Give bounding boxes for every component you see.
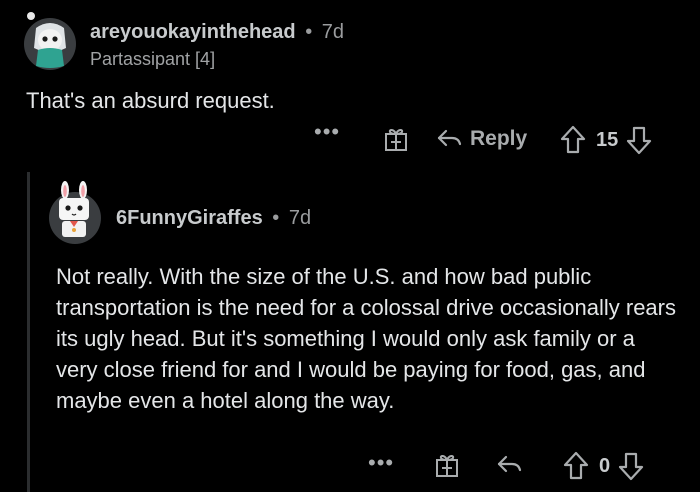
reply-vote-count: 0 xyxy=(599,454,611,477)
username[interactable]: areyouokayinthehead xyxy=(90,21,296,43)
reply-user-avatar[interactable] xyxy=(46,180,104,246)
user-flair: Partassipant [4] xyxy=(90,49,216,69)
reply-label: Reply xyxy=(470,127,528,150)
reply-comment-header: 6FunnyGiraffes • 7d xyxy=(116,207,311,230)
reply-arrow-icon xyxy=(497,455,522,473)
downvote-arrow-icon[interactable] xyxy=(626,125,652,155)
reply-award-button[interactable] xyxy=(434,452,460,478)
vote-controls: 15 xyxy=(560,125,652,155)
award-gift-icon xyxy=(385,128,407,151)
reply-reply-button[interactable] xyxy=(496,453,522,477)
comment-age: 7d xyxy=(321,21,345,43)
meta-separator: • xyxy=(305,21,313,43)
comment-header: areyouokayinthehead • 7d xyxy=(90,21,344,44)
reply-more-options-icon[interactable]: ••• xyxy=(368,452,394,474)
reply-button[interactable]: Reply xyxy=(436,127,527,151)
user-avatar[interactable] xyxy=(22,12,78,74)
reply-comment-age: 7d xyxy=(288,207,312,229)
reply-meta-separator: • xyxy=(272,207,280,229)
reply-comment-actions: ••• xyxy=(368,452,394,474)
reply-arrow-icon xyxy=(437,129,462,147)
upvote-arrow-icon[interactable] xyxy=(560,125,586,155)
upvote-arrow-icon[interactable] xyxy=(563,451,589,481)
downvote-arrow-icon[interactable] xyxy=(618,451,644,481)
vote-count: 15 xyxy=(596,128,619,151)
reply-comment-body: Not really. With the size of the U.S. an… xyxy=(56,264,676,413)
comment-thread: areyouokayinthehead • 7d Partassipant [4… xyxy=(0,0,700,492)
comment-body: That's an absurd request. xyxy=(26,88,275,113)
award-gift-icon xyxy=(436,454,458,477)
reply-vote-controls: 0 xyxy=(563,451,644,481)
more-options-icon[interactable]: ••• xyxy=(314,121,340,143)
award-button[interactable] xyxy=(383,126,409,152)
thread-line[interactable] xyxy=(27,172,30,492)
comment-actions: ••• xyxy=(314,121,340,143)
reply-username[interactable]: 6FunnyGiraffes xyxy=(116,207,263,229)
